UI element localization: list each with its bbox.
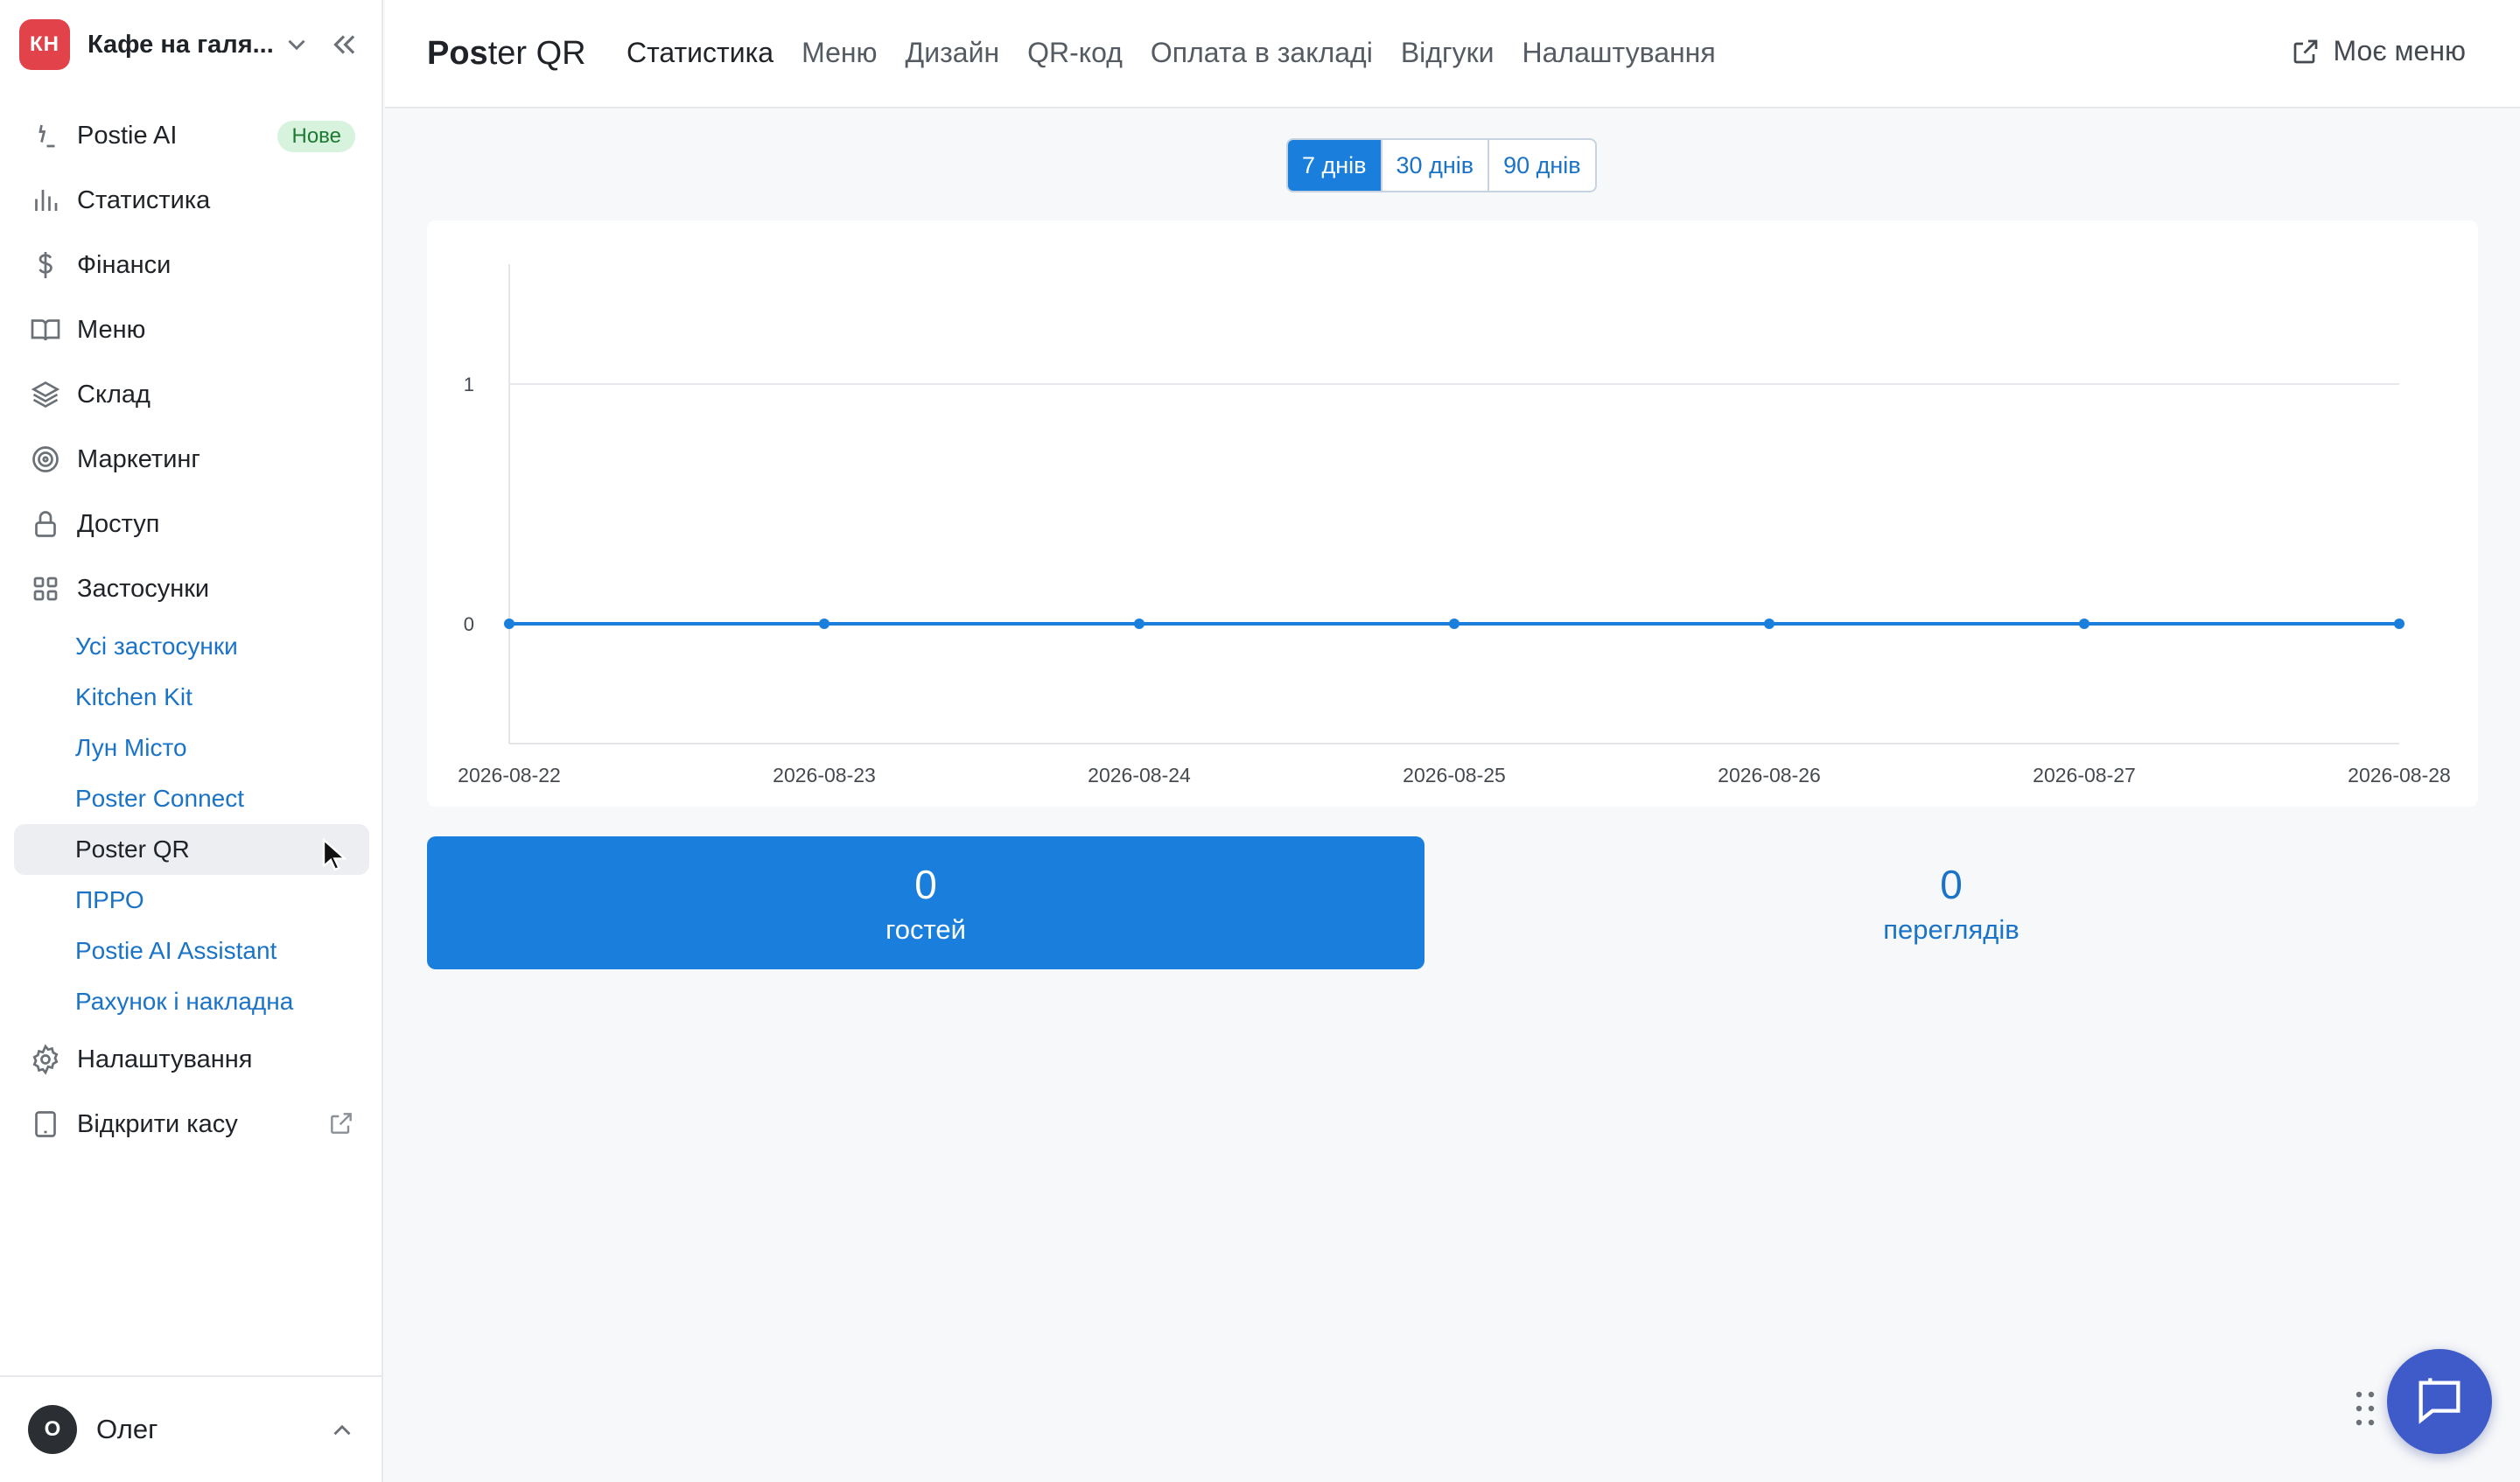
guests-label: гостей bbox=[886, 914, 966, 945]
data-point bbox=[1134, 619, 1144, 629]
user-name: Олег bbox=[96, 1414, 158, 1444]
my-menu-label: Моє меню bbox=[2333, 35, 2467, 66]
top-bar: Poster QR Статистика Меню Дизайн QR-код … bbox=[385, 0, 2520, 108]
tablet-icon bbox=[30, 1108, 61, 1140]
tab-statistics[interactable]: Статистика bbox=[626, 37, 774, 69]
sidebar-item-apps[interactable]: Застосунки bbox=[14, 556, 369, 621]
x-tick-label: 2026-08-28 bbox=[2348, 764, 2451, 786]
chevron-down-icon[interactable] bbox=[282, 30, 312, 59]
tab-settings[interactable]: Налаштування bbox=[1522, 37, 1716, 69]
chat-support-button[interactable] bbox=[2387, 1349, 2492, 1454]
sidebar-item-label: Статистика bbox=[77, 185, 211, 214]
tab-qr-code[interactable]: QR-код bbox=[1027, 37, 1123, 69]
sidebar-item-open-register[interactable]: Відкрити касу bbox=[14, 1092, 369, 1157]
period-90-days-button[interactable]: 90 днів bbox=[1489, 140, 1595, 191]
data-point bbox=[2394, 619, 2404, 629]
lock-icon bbox=[30, 508, 61, 540]
sidebar-item-access[interactable]: Доступ bbox=[14, 492, 369, 556]
tab-payment[interactable]: Оплата в закладі bbox=[1151, 37, 1373, 69]
target-icon bbox=[30, 444, 61, 475]
chart-card: 0 1 2026-08-22 2026-08-23 2026-08-24 2026-08-… bbox=[427, 220, 2478, 807]
sidebar-item-label: Фінанси bbox=[77, 250, 172, 279]
y-tick-label: 0 bbox=[464, 613, 474, 635]
tab-design[interactable]: Дизайн bbox=[906, 37, 1000, 69]
sidebar-item-postie-ai[interactable]: Postie AI Нове bbox=[14, 103, 369, 168]
venue-badge: КН bbox=[19, 19, 70, 70]
sidebar-item-settings[interactable]: Налаштування bbox=[14, 1027, 369, 1092]
data-point bbox=[504, 619, 514, 629]
app-link-all-apps[interactable]: Усі застосунки bbox=[14, 621, 369, 672]
grid-icon bbox=[30, 573, 61, 605]
avatar: О bbox=[28, 1405, 77, 1454]
sidebar-item-warehouse[interactable]: Склад bbox=[14, 362, 369, 427]
app-link-invoice[interactable]: Рахунок і накладна bbox=[14, 976, 369, 1027]
app-link-kitchen-kit[interactable]: Kitchen Kit bbox=[14, 672, 369, 723]
x-tick-label: 2026-08-23 bbox=[773, 764, 876, 786]
x-tick-label: 2026-08-22 bbox=[458, 764, 561, 786]
title-rest-part: ter QR bbox=[487, 35, 586, 72]
views-label: переглядів bbox=[1883, 914, 2020, 945]
layers-icon bbox=[30, 379, 61, 410]
period-30-days-button[interactable]: 30 днів bbox=[1382, 140, 1490, 191]
sidebar-item-statistics[interactable]: Статистика bbox=[14, 168, 369, 233]
data-point bbox=[2079, 619, 2090, 629]
gear-icon bbox=[30, 1044, 61, 1075]
sidebar-item-label: Застосунки bbox=[77, 574, 210, 603]
external-link-icon bbox=[331, 1113, 352, 1134]
book-icon bbox=[30, 314, 61, 346]
x-tick-label: 2026-08-26 bbox=[1718, 764, 1821, 786]
period-selector: 7 днів 30 днів 90 днів bbox=[1286, 138, 1597, 192]
sidebar-item-label: Маркетинг bbox=[77, 444, 200, 473]
sidebar-item-marketing[interactable]: Маркетинг bbox=[14, 427, 369, 492]
venue-name: Кафе на галя... bbox=[88, 30, 274, 59]
data-point bbox=[1449, 619, 1460, 629]
x-tick-label: 2026-08-27 bbox=[2033, 764, 2136, 786]
sidebar-item-label: Налаштування bbox=[77, 1045, 253, 1073]
app-root: КН Кафе на галя... Postie AI Нове Статис… bbox=[0, 0, 2520, 1482]
sidebar-item-menu[interactable]: Меню bbox=[14, 297, 369, 362]
sidebar-item-label: Доступ bbox=[77, 509, 160, 538]
drag-handle-icon[interactable] bbox=[2356, 1391, 2375, 1426]
sidebar-item-label: Меню bbox=[77, 315, 146, 344]
tab-reviews[interactable]: Відгуки bbox=[1401, 37, 1494, 69]
venue-switcher[interactable]: КН Кафе на галя... bbox=[19, 19, 364, 70]
views-stat[interactable]: 0 переглядів bbox=[1452, 836, 2450, 969]
tab-menu[interactable]: Меню bbox=[802, 37, 877, 69]
sidebar-nav: Postie AI Нове Статистика Фінанси Меню С… bbox=[14, 103, 369, 1157]
app-link-postie-ai-assistant[interactable]: Postie AI Assistant bbox=[14, 926, 369, 976]
sidebar-item-label: Postie AI bbox=[77, 121, 178, 150]
sidebar-item-finance[interactable]: Фінанси bbox=[14, 233, 369, 297]
guests-stat[interactable]: 0 гостей bbox=[427, 836, 1424, 969]
page-title: Poster QR bbox=[427, 35, 586, 73]
postie-ai-icon bbox=[30, 120, 61, 151]
data-point bbox=[819, 619, 830, 629]
user-profile[interactable]: О Олег bbox=[0, 1375, 383, 1482]
app-link-lun-misto[interactable]: Лун Місто bbox=[14, 723, 369, 773]
app-link-poster-connect[interactable]: Poster Connect bbox=[14, 773, 369, 824]
chevron-up-icon[interactable] bbox=[327, 1416, 357, 1445]
x-tick-label: 2026-08-24 bbox=[1088, 764, 1191, 786]
period-7-days-button[interactable]: 7 днів bbox=[1288, 140, 1382, 191]
views-count: 0 bbox=[1940, 862, 1963, 907]
sidebar: КН Кафе на галя... Postie AI Нове Статис… bbox=[0, 0, 383, 1482]
sidebar-item-label: Відкрити касу bbox=[77, 1109, 238, 1138]
dollar-icon bbox=[30, 249, 61, 281]
sidebar-item-label: Склад bbox=[77, 380, 150, 409]
chat-icon bbox=[2418, 1378, 2460, 1424]
line-chart: 0 1 2026-08-22 2026-08-23 2026-08-24 2026-08-… bbox=[458, 264, 2451, 786]
x-tick-label: 2026-08-25 bbox=[1403, 764, 1506, 786]
bar-chart-icon bbox=[30, 185, 61, 216]
guests-count: 0 bbox=[914, 862, 937, 907]
collapse-sidebar-icon[interactable] bbox=[327, 28, 360, 61]
new-badge: Нове bbox=[277, 121, 355, 152]
mouse-cursor-icon bbox=[322, 838, 346, 871]
external-link-icon bbox=[2293, 39, 2317, 63]
app-link-poster-qr[interactable]: Poster QR bbox=[14, 824, 369, 875]
my-menu-link[interactable]: Моє меню bbox=[2290, 35, 2467, 67]
app-link-prro[interactable]: ПРРО bbox=[14, 875, 369, 926]
data-point bbox=[1764, 619, 1774, 629]
tabs: Статистика Меню Дизайн QR-код Оплата в з… bbox=[626, 37, 1744, 69]
y-tick-label: 1 bbox=[464, 374, 474, 395]
title-bold-part: Pos bbox=[427, 35, 488, 72]
